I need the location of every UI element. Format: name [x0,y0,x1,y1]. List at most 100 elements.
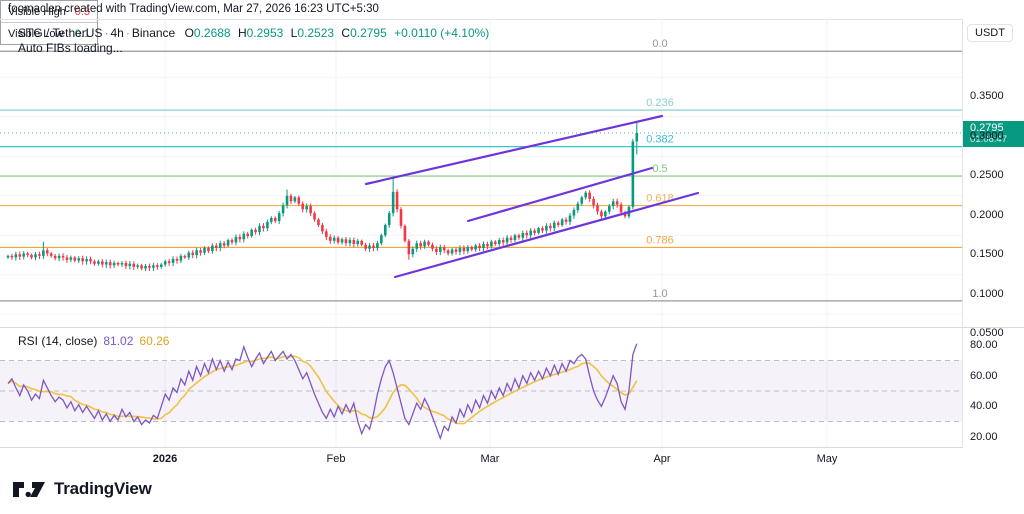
candle-body [290,196,293,202]
candle-body [156,265,159,267]
candle-body [125,263,128,266]
tradingview-chart-window: foomaclen created with TradingView.com, … [0,0,1024,514]
time-axis-label[interactable]: May [817,453,838,465]
candle-body [584,193,587,198]
candle-body [215,246,218,248]
candle-body [443,247,446,250]
candle-body [577,204,580,210]
tradingview-footer-link[interactable]: TradingView [12,478,152,500]
symbol-legend[interactable]: STG / TetherUS·4h·Binance O0.2688 H0.295… [18,26,489,40]
candle-body [565,220,568,222]
candle-body [349,240,352,243]
candle-body [219,243,222,248]
candle-body [26,253,29,255]
candle-body [231,240,234,242]
exchange-label: Binance [132,26,175,40]
candle-body [470,247,473,249]
candle-body [616,201,619,204]
candle-body [408,241,411,254]
interval-label[interactable]: 4h [110,26,123,40]
low-label: L [287,26,298,40]
candle-body [235,237,238,243]
candle-body [18,254,21,256]
rsi-axis-tick: 40.00 [970,400,998,412]
candle-body [529,231,532,236]
candle-body [518,235,521,237]
candle-body [376,243,379,248]
candle-body [573,210,576,216]
candle-body [463,248,466,251]
candle-body [34,254,37,257]
currency-badge[interactable]: USDT [967,24,1013,42]
candle-body [522,233,525,238]
candle-body [176,259,179,261]
candle-body [50,253,53,255]
candle-body [109,262,112,265]
time-axis[interactable]: 2026 Feb Mar Apr May [0,447,962,470]
candle-body [510,238,513,240]
candle-body [180,256,183,261]
pane-separator[interactable] [0,327,1024,328]
candle-body [612,201,615,206]
candle-body [11,256,14,258]
candle-body [321,225,324,231]
time-axis-label[interactable]: Mar [481,453,500,465]
price-axis[interactable]: USDT 0.2795 01:06:47 0.35000.30000.25000… [962,19,1024,448]
rsi-label: RSI (14, close) [18,334,97,348]
candle-body [498,240,501,244]
candle-body [439,247,442,252]
candle-body [113,263,116,265]
trend-line [366,116,662,184]
candle-body [144,266,147,268]
candle-body [525,233,528,235]
candle-body [451,250,454,254]
candle-body [620,204,623,212]
candle-body [246,234,249,236]
price-axis-tick: 0.1500 [970,248,1004,260]
tradingview-logo-icon [12,478,46,500]
candle-body [262,226,265,228]
main-chart-canvas[interactable]: 0.00.2360.3820.50.6180.7861.0 [0,19,962,327]
candle-body [474,246,477,250]
candle-body [227,240,230,246]
candle-body [325,231,328,237]
symbol-name[interactable]: STG / TetherUS [18,26,102,40]
candle-body [195,250,198,255]
candle-body [549,226,552,228]
high-value: 0.2953 [247,26,284,40]
candle-body [15,254,18,257]
candle-body [164,261,167,264]
candle-body [89,259,92,261]
candle-body [30,255,33,257]
candle-body [199,250,202,252]
time-axis-label[interactable]: Apr [653,453,670,465]
candle-body [596,205,599,211]
candle-body [81,258,84,261]
candle-body [415,243,418,249]
candle-body [152,265,155,267]
time-axis-label[interactable]: 2026 [153,453,177,465]
candle-body [317,220,320,226]
high-label: H [234,26,247,40]
candle-body [580,197,583,203]
close-value: 0.2795 [350,26,387,40]
candle-body [203,248,206,253]
candle-body [191,253,194,255]
price-axis-tick: 0.0500 [970,327,1004,339]
candle-body [400,209,403,226]
candle-body [282,205,285,213]
fib-level-label: 1.0 [652,288,667,300]
candle-body [372,246,375,248]
candle-body [184,256,187,258]
candle-body [136,265,139,267]
candle-body [140,265,143,268]
time-axis-label[interactable]: Feb [327,453,346,465]
open-label: O [179,26,194,40]
candle-body [305,206,308,209]
candle-body [333,238,336,241]
candle-body [478,246,481,248]
fib-level-label: 0.236 [646,97,674,109]
indicator-status-text: Auto FIBs loading... [18,41,123,55]
candle-body [553,223,556,229]
rsi-legend[interactable]: RSI (14, close)81.0260.26 [18,334,169,348]
